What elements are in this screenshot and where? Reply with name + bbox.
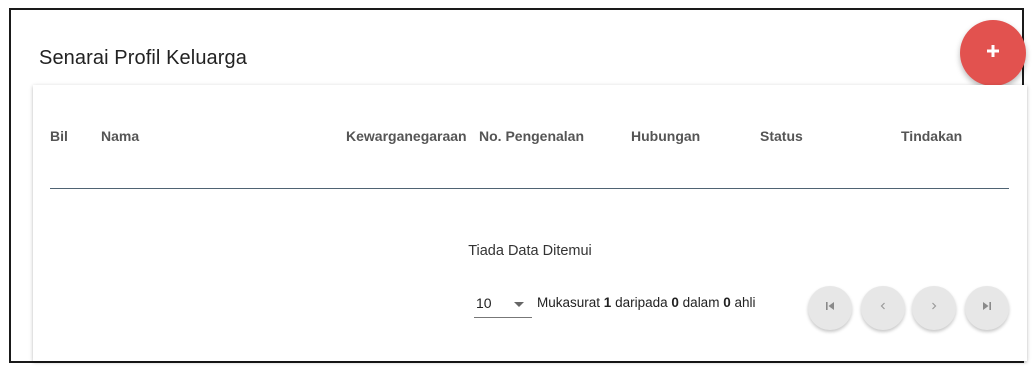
rows-per-page-value: 10 — [476, 295, 492, 311]
previous-page-button[interactable] — [861, 286, 905, 330]
app-frame: Senarai Profil Keluarga Bil Nama Kewarga… — [9, 8, 1027, 363]
total-items-count: 0 — [723, 295, 731, 310]
page-title: Senarai Profil Keluarga — [39, 47, 247, 69]
label-page: Mukasurat — [537, 295, 601, 310]
previous-page-icon — [877, 299, 889, 317]
next-page-button[interactable] — [912, 286, 956, 330]
table-header-divider — [50, 188, 1009, 189]
column-header-tindakan[interactable]: Tindakan — [901, 128, 962, 144]
column-header-hubungan[interactable]: Hubungan — [631, 128, 700, 144]
total-pages-count: 0 — [671, 295, 679, 310]
first-page-icon — [824, 299, 836, 317]
add-button[interactable] — [960, 20, 1026, 86]
label-of: daripada — [615, 295, 668, 310]
label-in: dalam — [682, 295, 720, 310]
pagination-info: Mukasurat 1 daripada 0 dalam 0 ahli — [537, 295, 756, 310]
first-page-button[interactable] — [808, 286, 852, 330]
plus-icon — [987, 44, 999, 62]
dropdown-caret-icon — [514, 302, 524, 307]
next-page-icon — [928, 299, 940, 317]
column-header-nama[interactable]: Nama — [101, 128, 139, 144]
empty-state-message: Tiada Data Ditemui — [468, 243, 592, 259]
column-header-kewarganegaraan[interactable]: Kewarganegaraan — [346, 128, 467, 144]
last-page-button[interactable] — [965, 286, 1009, 330]
rows-per-page-select[interactable]: 10 — [474, 289, 532, 318]
family-table-card: Bil Nama Kewarganegaraan No. Pengenalan … — [33, 85, 1027, 361]
last-page-icon — [981, 299, 993, 317]
column-header-no-pengenalan[interactable]: No. Pengenalan — [479, 128, 584, 144]
column-header-bil[interactable]: Bil — [50, 128, 68, 144]
label-items: ahli — [734, 295, 756, 310]
column-header-status[interactable]: Status — [760, 128, 803, 144]
current-page-number: 1 — [603, 295, 612, 310]
